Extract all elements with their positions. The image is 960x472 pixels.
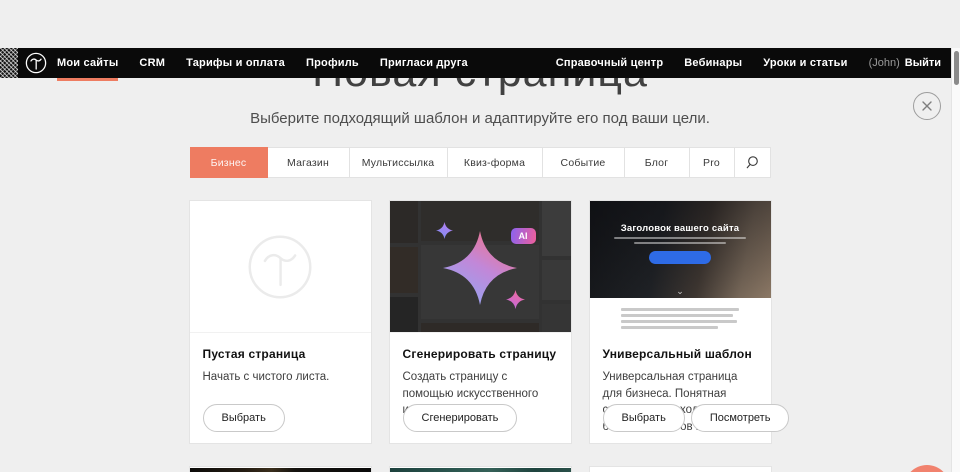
nav-item-invite-friend[interactable]: Пригласи друга [380,48,468,78]
card-title: Пустая страница [203,347,358,361]
preview-text-lines [621,308,739,333]
card-title: Сгенерировать страницу [403,347,558,361]
next-row-cards [190,467,771,472]
topbar-nav-right: Справочный центр Вебинары Уроки и статьи… [535,48,941,78]
tab-label: Событие [561,157,606,169]
template-thumbnail [390,468,571,472]
card-ai-generate: AI Сгенерировать страницу Создать страни… [390,201,571,443]
tab-label: Блог [645,157,669,169]
tab-quiz-form[interactable]: Квиз-форма [448,147,543,178]
nav-item-my-sites[interactable]: Мои сайты [57,48,118,78]
template-text-section [590,298,771,333]
tab-event[interactable]: Событие [543,147,625,178]
card-description: Начать с чистого листа. [203,369,358,386]
nav-item-webinars[interactable]: Вебинары [684,48,742,78]
logout-link[interactable]: Выйти [905,57,941,69]
nav-item-label: Справочный центр [556,57,664,69]
nav-item-tariffs[interactable]: Тарифы и оплата [186,48,285,78]
chevron-down-icon: ⌄ [676,286,684,297]
page-subtitle: Выберите подходящий шаблон и адаптируйте… [0,110,960,127]
search-icon [745,155,760,170]
tilda-watermark-icon [247,234,313,300]
close-button[interactable] [913,92,941,120]
text-line [621,326,718,329]
help-button[interactable]: ? [904,465,950,472]
nav-item-label: Вебинары [684,57,742,69]
tab-blog[interactable]: Блог [625,147,690,178]
nav-item-label: Тарифы и оплата [186,57,285,69]
tilda-logo-icon[interactable] [25,52,47,74]
generate-button[interactable]: Сгенерировать [403,404,518,432]
pattern-strip [0,48,18,78]
user-name: (John) [869,57,900,69]
scrollbar-thumb[interactable] [954,51,959,85]
nav-item-label: Профиль [306,57,359,69]
template-hero-preview: Заголовок вашего сайта ⌄ [590,201,771,298]
tab-label: Мультиссылка [362,157,435,169]
ai-generate-thumbnail[interactable]: AI [390,201,571,333]
nav-item-lessons[interactable]: Уроки и статьи [763,48,847,78]
template-category-tabs: Бизнес Магазин Мультиссылка Квиз-форма С… [190,147,771,178]
ai-badge: AI [511,228,536,244]
nav-item-label: CRM [139,57,165,69]
scrollbar[interactable] [951,48,960,472]
tab-label: Квиз-форма [464,157,525,169]
tab-multilink[interactable]: Мультиссылка [350,147,448,178]
tab-label: Pro [703,157,720,169]
text-line [614,237,746,239]
topbar: Мои сайты CRM Тарифы и оплата Профиль Пр… [0,48,951,78]
tab-shop[interactable]: Магазин [268,147,350,178]
nav-item-label: Уроки и статьи [763,57,847,69]
nav-item-label: Мои сайты [57,57,118,69]
blank-page-thumbnail[interactable] [190,201,371,333]
choose-template-button[interactable]: Выбрать [603,404,685,432]
template-hero-heading: Заголовок вашего сайта [590,223,771,234]
tab-label: Магазин [287,157,329,169]
active-underline [57,78,118,81]
nav-item-profile[interactable]: Профиль [306,48,359,78]
template-hero-button [649,251,711,264]
tab-search[interactable] [735,147,771,178]
text-line [621,320,737,323]
nav-item-crm[interactable]: CRM [139,48,165,78]
small-sparkle-icon [506,290,525,309]
tab-business[interactable]: Бизнес [190,147,268,178]
card-partial[interactable] [590,467,771,472]
preview-template-button[interactable]: Посмотреть [691,404,790,432]
tab-label: Бизнес [211,157,247,169]
template-thumbnail [190,468,371,472]
tab-pro[interactable]: Pro [690,147,735,178]
card-partial[interactable] [390,467,571,472]
template-thumbnail [590,468,771,472]
choose-blank-button[interactable]: Выбрать [203,404,285,432]
template-cards: Пустая страница Начать с чистого листа. … [190,201,771,443]
card-title: Универсальный шаблон [603,347,758,361]
close-icon [921,100,933,112]
topbar-nav-left: Мои сайты CRM Тарифы и оплата Профиль Пр… [57,48,489,78]
text-line [621,314,733,317]
text-line [621,308,739,311]
card-partial[interactable] [190,467,371,472]
nav-item-help-center[interactable]: Справочный центр [556,48,664,78]
text-line [634,242,726,244]
universal-template-thumbnail[interactable]: Заголовок вашего сайта ⌄ [590,201,771,333]
card-blank-page: Пустая страница Начать с чистого листа. … [190,201,371,443]
card-universal-template: Заголовок вашего сайта ⌄ Универсальный ш… [590,201,771,443]
nav-item-label: Пригласи друга [380,57,468,69]
